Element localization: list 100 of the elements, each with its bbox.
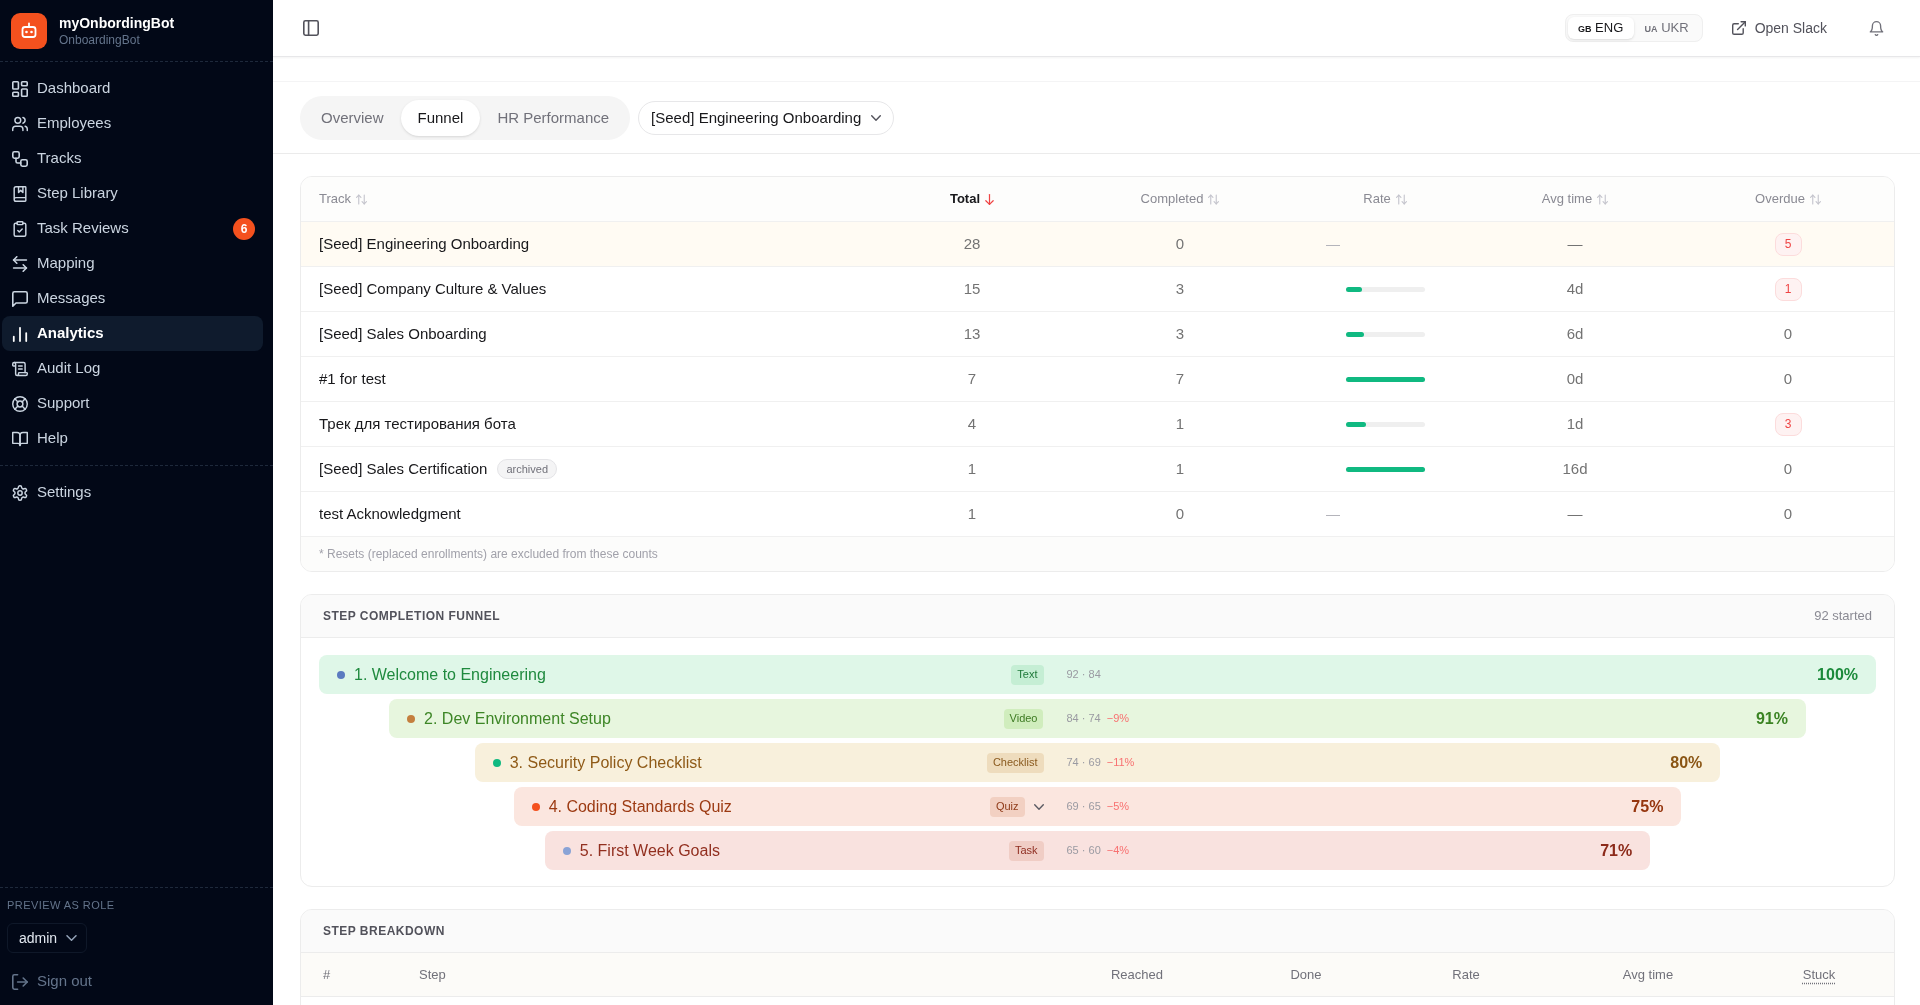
table-cell-text: 0: [1783, 503, 1793, 524]
step-counts: 65 · 60: [1066, 843, 1101, 859]
table-cell-text: 28: [963, 233, 981, 254]
bell-icon: [1868, 20, 1884, 36]
table-cell-text: —: [1326, 234, 1340, 254]
role-label: PREVIEW AS ROLE: [7, 898, 115, 912]
step-title: 4. Coding Standards Quiz: [548, 796, 733, 817]
sign-out-icon: [12, 973, 28, 990]
people-icon: [12, 115, 28, 132]
table-cell-text: 16d: [1562, 458, 1588, 479]
column-header[interactable]: Completed: [1140, 189, 1220, 209]
clipboard-check-icon: [12, 220, 28, 237]
nav-item[interactable]: Settings: [2, 475, 263, 510]
nav-item[interactable]: Analytics: [2, 316, 263, 351]
nav-item[interactable]: Tracks: [2, 141, 263, 176]
table-cell-text: 1: [1175, 413, 1185, 434]
chevron-down-icon: [66, 935, 78, 941]
speech-bubble-icon: [12, 290, 28, 307]
table-cell-text: 1: [1175, 458, 1185, 479]
column-header: Rate: [1452, 965, 1480, 984]
table-cell-text: 4d: [1566, 278, 1584, 299]
table-cell-text: 1d: [1566, 413, 1584, 434]
nav-item[interactable]: Audit Log: [2, 351, 263, 386]
column-header: Reached: [1110, 965, 1163, 984]
column-header[interactable]: Total: [949, 189, 995, 209]
table-cell-text: 6d: [1566, 323, 1584, 344]
sign-out-button[interactable]: Sign out: [2, 964, 263, 999]
settings-icon: [12, 484, 28, 501]
step-counts: 84 · 74: [1066, 711, 1101, 727]
started-count: 92 started: [1814, 607, 1872, 626]
external-link-icon: [1731, 21, 1746, 35]
panel-title: STEP COMPLETION FUNNEL: [323, 608, 500, 625]
nav-item[interactable]: Mapping: [2, 246, 263, 281]
step-title: 2. Dev Environment Setup: [424, 708, 612, 729]
table-cell-text: 0: [1783, 368, 1793, 389]
nav-item[interactable]: Messages: [2, 281, 263, 316]
table-cell-text: —: [1326, 504, 1340, 524]
track-name: [Seed] Engineering Onboarding: [319, 233, 530, 254]
step-type-tag: Text: [1011, 664, 1044, 685]
track-name: test Acknowledgment: [319, 503, 461, 524]
step-title: 5. First Week Goals: [579, 840, 721, 861]
table-row[interactable]: [Seed] Engineering Onboarding 28 0 — — 5: [301, 221, 1894, 266]
table-cell-text: 0: [1175, 233, 1185, 254]
table-cell-text: 1: [967, 458, 977, 479]
nav-item[interactable]: Step Library: [2, 176, 263, 211]
tab[interactable]: Overview: [304, 100, 401, 136]
table-cell-text: 3: [1175, 323, 1185, 344]
column-header: Avg time: [1622, 965, 1674, 984]
table-cell-text: —: [1567, 503, 1583, 524]
step-change: −9%: [1106, 711, 1130, 727]
language-option[interactable]: GB ENG: [1567, 17, 1634, 39]
step-change: −4%: [1106, 843, 1130, 859]
overdue-count-badge: 5: [1774, 232, 1802, 256]
step-percent: 100%: [1817, 664, 1858, 685]
panel-title: STEP BREAKDOWN: [323, 923, 445, 940]
track-name: [Seed] Sales Certification: [319, 458, 488, 479]
step-change: −11%: [1106, 755, 1135, 771]
book-icon: [12, 185, 28, 202]
nav-item[interactable]: Help: [2, 421, 263, 456]
step-percent: 80%: [1670, 752, 1703, 773]
status-tag: archived: [497, 459, 557, 479]
chevron-down-icon[interactable]: [1033, 803, 1044, 810]
table-cell-text: 0: [1783, 458, 1793, 479]
table-cell-text: 3: [1175, 278, 1185, 299]
track-name: Трек для тестирования бота: [319, 413, 516, 434]
step-percent: 75%: [1631, 796, 1664, 817]
nav-item[interactable]: Dashboard: [2, 71, 263, 106]
table-cell-text: 0: [1175, 503, 1185, 524]
tab[interactable]: HR Performance: [480, 100, 627, 136]
table-cell-text: 13: [963, 323, 981, 344]
overdue-count-badge: 1: [1774, 277, 1802, 301]
step-title: 1. Welcome to Engineering: [354, 664, 547, 685]
app-subtitle: OnboardingBot: [59, 31, 141, 48]
track-name: #1 for test: [319, 368, 386, 389]
step-title: 3. Security Policy Checklist: [509, 752, 703, 773]
scroll-icon: [12, 360, 28, 377]
tab[interactable]: Funnel: [400, 100, 481, 136]
table-cell-text: 4: [967, 413, 977, 434]
nav-item[interactable]: Employees: [2, 106, 263, 141]
count-badge: 6: [233, 217, 255, 240]
table-cell-text: 0: [1783, 323, 1793, 344]
nav-item[interactable]: Task Reviews 6: [2, 211, 263, 246]
nav-item[interactable]: Support: [2, 386, 263, 421]
column-header: Done: [1290, 965, 1322, 984]
column-header: Step: [419, 965, 446, 984]
app-name: myOnbordingBot: [59, 13, 175, 32]
column-header[interactable]: Track: [319, 189, 368, 209]
panel-icon: [303, 20, 319, 36]
open-book-icon: [12, 430, 28, 447]
role-select[interactable]: admin: [7, 923, 87, 953]
step-percent: 91%: [1755, 708, 1788, 729]
open-slack-link[interactable]: Open Slack: [1731, 17, 1827, 39]
step-percent: 71%: [1600, 840, 1633, 861]
track-name: [Seed] Company Culture & Values: [319, 278, 547, 299]
column-header: Stuck: [1802, 965, 1836, 984]
step-counts: 92 · 84: [1066, 667, 1101, 683]
step-counts: 69 · 65: [1066, 799, 1101, 815]
nodes-icon: [12, 150, 28, 167]
language-option[interactable]: UA UKR: [1633, 17, 1700, 39]
bar-chart-icon: [12, 325, 28, 342]
